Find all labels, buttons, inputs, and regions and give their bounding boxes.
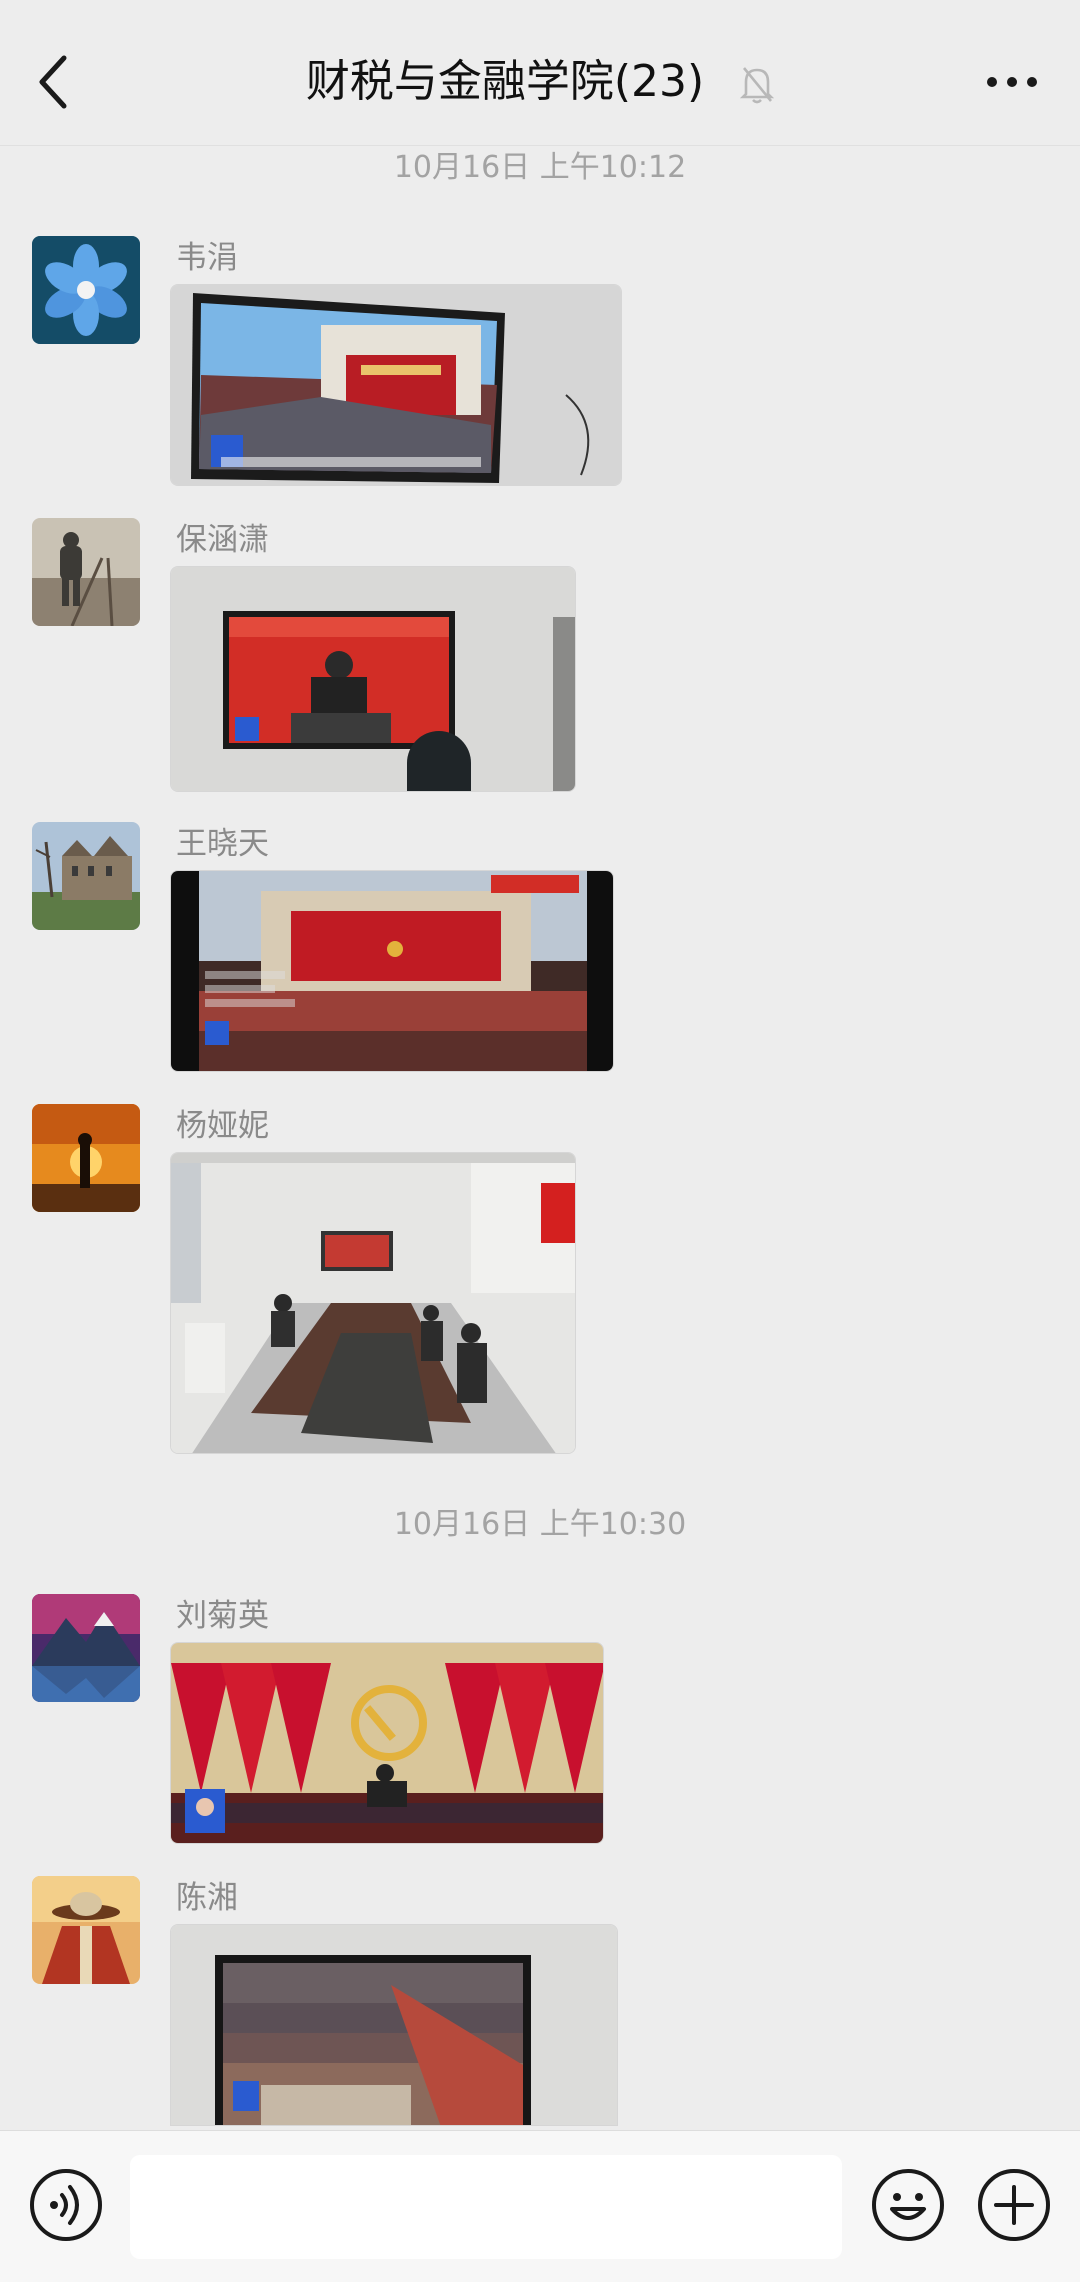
timestamp: 10月16日 上午10:12 (393, 150, 687, 185)
voice-icon[interactable] (28, 2167, 104, 2243)
image-message[interactable] (170, 1642, 604, 1844)
image-message[interactable] (170, 284, 622, 486)
avatar[interactable] (32, 1594, 140, 1702)
plus-circle-icon[interactable] (976, 2167, 1052, 2243)
avatar[interactable] (32, 1104, 140, 1212)
image-message[interactable] (170, 870, 614, 1072)
more-horizontal-icon[interactable] (982, 62, 1042, 102)
chat-title: 财税与金融学院(23) (305, 56, 705, 107)
timestamp: 10月16日 上午10:30 (393, 1507, 687, 1542)
sender-name: 杨娅妮 (176, 1108, 269, 1144)
sender-name: 刘菊英 (176, 1598, 269, 1634)
avatar[interactable] (32, 236, 140, 344)
sender-name: 陈湘 (176, 1880, 238, 1916)
emoji-icon[interactable] (870, 2167, 946, 2243)
chat-title-wrap: 财税与金融学院(23) (0, 52, 1080, 112)
image-message[interactable] (170, 1152, 576, 1454)
sender-name: 王晓天 (176, 826, 269, 862)
input-bar (0, 2130, 1080, 2282)
sender-name: 韦涓 (176, 240, 238, 276)
image-message[interactable] (170, 566, 576, 792)
avatar[interactable] (32, 1876, 140, 1984)
avatar[interactable] (32, 518, 140, 626)
image-message[interactable] (170, 1924, 618, 2126)
chat-header: 财税与金融学院(23) (0, 0, 1080, 146)
avatar[interactable] (32, 822, 140, 930)
bell-off-icon (740, 67, 775, 104)
message-input[interactable] (130, 2155, 842, 2259)
sender-name: 保涵潇 (176, 522, 269, 558)
